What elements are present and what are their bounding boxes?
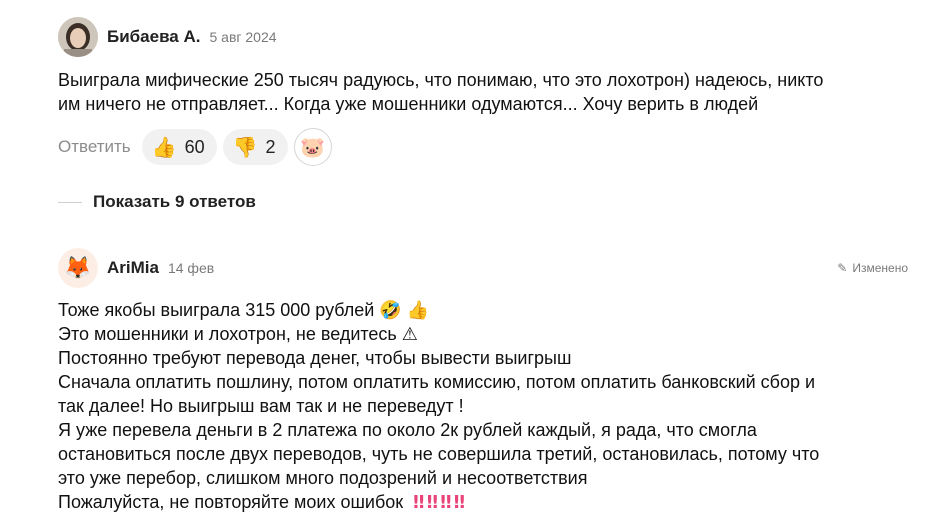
- author-name[interactable]: Бибаева А.: [107, 27, 200, 47]
- avatar[interactable]: [58, 17, 98, 57]
- user-photo-icon: [58, 17, 98, 57]
- text-line: Я уже перевела деньги в 2 платежа по око…: [58, 420, 757, 440]
- text-line: это уже перебор, слишком много подозрени…: [58, 468, 588, 488]
- comment-text: Выиграла мифические 250 тысяч радуюсь, ч…: [58, 68, 908, 116]
- add-reaction-button[interactable]: 🐷: [293, 128, 332, 166]
- fox-icon: 🦊: [64, 255, 92, 281]
- text-line: Пожалуйста, не повторяйте моих ошибок: [58, 492, 404, 512]
- dislike-button[interactable]: 👎 2: [222, 129, 288, 165]
- edited-indicator: ✎ Изменено: [837, 261, 908, 275]
- comment-actions: Ответить 👍 60 👎 2 🐷: [58, 128, 908, 166]
- text-line: Выиграла мифические 250 тысяч радуюсь, ч…: [58, 70, 824, 90]
- comment-text: Тоже якобы выиграла 315 000 рублей 🤣 👍 Э…: [58, 298, 908, 515]
- like-button[interactable]: 👍 60: [141, 129, 217, 165]
- comment-header: 🦊 AriMia 14 фев ✎ Изменено: [58, 248, 908, 288]
- comment-header: Бибаева А. 5 авг 2024: [58, 17, 908, 57]
- comment-date: 14 фев: [167, 260, 215, 276]
- text-line: им ничего не отправляет... Когда уже мош…: [58, 94, 759, 114]
- text-line-last: Пожалуйста, не повторяйте моих ошибок ‼ ‼…: [58, 490, 908, 515]
- pig-face-icon: 🐷: [300, 135, 325, 159]
- text-line: Тоже якобы выиграла 315 000 рублей 🤣 👍: [58, 300, 430, 320]
- text-line: Это мошенники и лохотрон, не ведитесь ⚠: [58, 324, 418, 344]
- thumbs-up-icon: 👍: [151, 135, 177, 159]
- like-count: 60: [184, 136, 205, 157]
- text-line: так далее! Но выигрыш вам так и не перев…: [58, 396, 464, 416]
- dislike-count: 2: [265, 136, 276, 157]
- text-line: Постоянно требуют перевода денег, чтобы …: [58, 348, 572, 368]
- comment-date: 5 авг 2024: [209, 29, 277, 45]
- text-line: остановиться после двух переводов, чуть …: [58, 444, 820, 464]
- divider: [58, 201, 82, 203]
- comment: Бибаева А. 5 авг 2024 Выиграла мифически…: [58, 17, 908, 166]
- text-line: Сначала оплатить пошлину, потом оплатить…: [58, 372, 816, 392]
- show-replies-label: Показать 9 ответов: [93, 192, 256, 211]
- avatar[interactable]: 🦊: [58, 248, 98, 288]
- pencil-icon: ✎: [837, 261, 848, 275]
- show-replies-button[interactable]: Показать 9 ответов: [58, 192, 256, 212]
- comment: 🦊 AriMia 14 фев ✎ Изменено Тоже якобы вы…: [58, 248, 908, 515]
- double-exclamation-icons: ‼ ‼ ‼ ‼: [413, 492, 465, 513]
- thumbs-down-icon: 👎: [232, 135, 258, 159]
- author-name[interactable]: AriMia: [107, 258, 159, 278]
- reply-button[interactable]: Ответить: [58, 137, 131, 157]
- edited-label: Изменено: [852, 261, 908, 275]
